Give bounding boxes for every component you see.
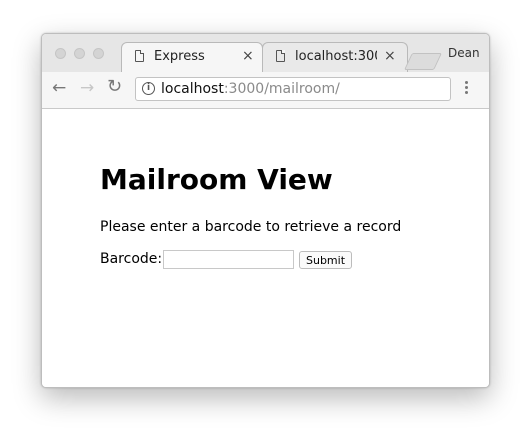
document-icon bbox=[276, 50, 285, 62]
browser-toolbar: ← → ↻ i localhost:3000/mailroom/ bbox=[42, 72, 489, 109]
tab-close-icon[interactable]: × bbox=[242, 48, 254, 64]
minimize-window-icon[interactable] bbox=[74, 48, 85, 59]
browser-window: Express × localhost:3000/mailroom/ × Dea… bbox=[41, 33, 490, 388]
tab-title: Express bbox=[154, 49, 205, 64]
barcode-input[interactable] bbox=[163, 250, 294, 269]
url-text[interactable]: localhost:3000/mailroom/ bbox=[161, 81, 340, 97]
zoom-window-icon[interactable] bbox=[93, 48, 104, 59]
info-icon[interactable]: i bbox=[142, 82, 155, 95]
page-title: Mailroom View bbox=[100, 163, 333, 196]
menu-icon[interactable] bbox=[465, 81, 469, 96]
tab-express[interactable]: Express × bbox=[121, 42, 263, 72]
reload-icon[interactable]: ↻ bbox=[107, 76, 122, 97]
address-bar[interactable]: i localhost:3000/mailroom/ bbox=[135, 77, 451, 101]
barcode-label: Barcode: bbox=[100, 251, 163, 267]
new-tab-button[interactable] bbox=[404, 53, 442, 70]
profile-name[interactable]: Dean bbox=[448, 46, 480, 60]
document-icon bbox=[135, 50, 144, 62]
tab-title: localhost:3000/mailroom/ bbox=[295, 49, 377, 64]
page-content: Mailroom View Please enter a barcode to … bbox=[42, 109, 489, 387]
instruction-text: Please enter a barcode to retrieve a rec… bbox=[100, 219, 402, 235]
submit-button[interactable]: Submit bbox=[299, 251, 352, 269]
back-arrow-icon[interactable]: ← bbox=[52, 78, 66, 98]
tab-mailroom[interactable]: localhost:3000/mailroom/ × bbox=[262, 42, 408, 72]
url-host: localhost bbox=[161, 81, 224, 97]
url-path: :3000/mailroom/ bbox=[223, 81, 340, 97]
tab-strip: Express × localhost:3000/mailroom/ × Dea… bbox=[42, 34, 489, 72]
close-window-icon[interactable] bbox=[55, 48, 66, 59]
forward-arrow-icon[interactable]: → bbox=[80, 78, 94, 98]
tab-close-icon[interactable]: × bbox=[384, 48, 396, 64]
